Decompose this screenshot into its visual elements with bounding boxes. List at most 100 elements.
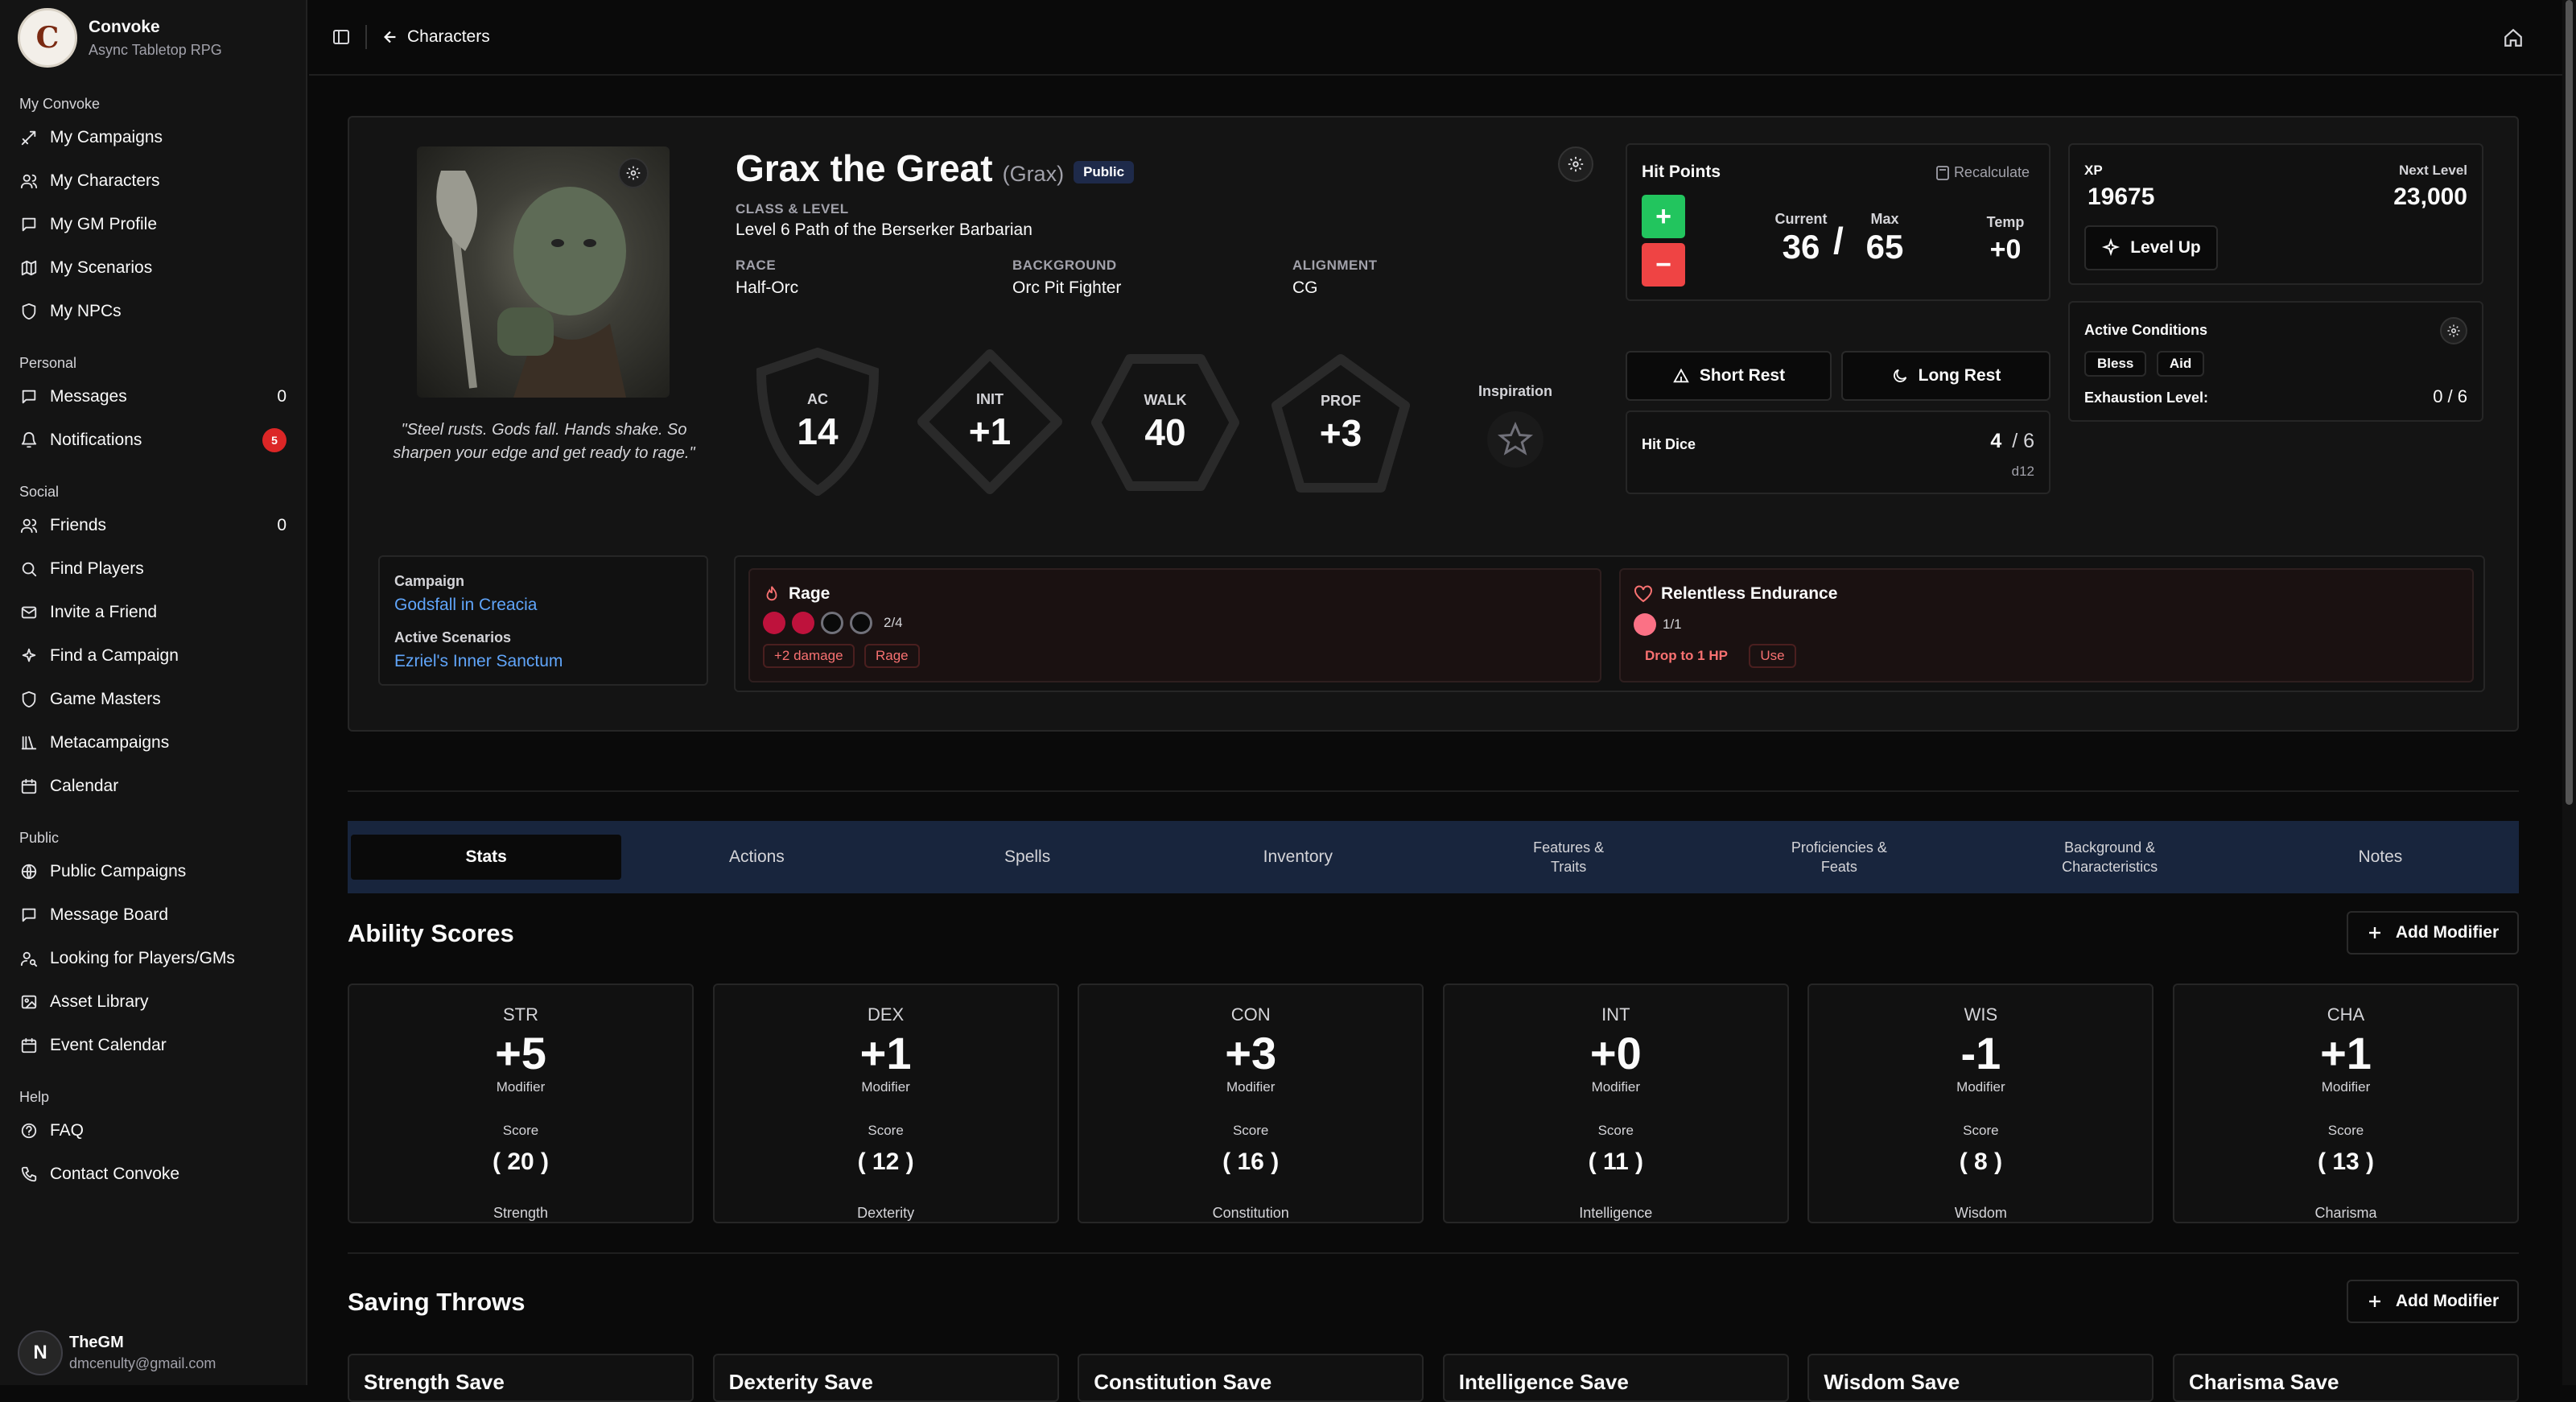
campaign-label: Campaign — [394, 573, 465, 589]
sidebar-item-faq[interactable]: FAQ — [0, 1109, 306, 1153]
character-portrait[interactable] — [417, 146, 670, 398]
recalculate-button[interactable]: Recalculate — [1936, 164, 2030, 181]
rage-use-dot[interactable] — [792, 612, 814, 634]
ability-score[interactable]: ( 20 ) — [349, 1148, 692, 1176]
sidebar-toggle-icon[interactable] — [332, 27, 351, 47]
sidebar-item-message-board[interactable]: Message Board — [0, 893, 306, 937]
paren-open: ( — [2317, 1148, 2326, 1175]
tab-actions[interactable]: Actions — [621, 835, 892, 880]
ability-score[interactable]: ( 16 ) — [1079, 1148, 1422, 1176]
ability-abbr: DEX — [867, 1004, 905, 1025]
sidebar-item-asset-library[interactable]: Asset Library — [0, 980, 306, 1024]
character-settings-button[interactable] — [1558, 146, 1593, 182]
saving-throws-heading: Saving Throws — [348, 1288, 526, 1316]
endurance-use-dot[interactable] — [1634, 613, 1656, 636]
short-rest-button[interactable]: Short Rest — [1626, 351, 1832, 401]
save-card[interactable]: Wisdom Save — [1807, 1354, 2154, 1402]
alignment-value: CG — [1292, 278, 1318, 297]
sidebar-item-friends[interactable]: Friends 0 — [0, 504, 306, 547]
save-card[interactable]: Charisma Save — [2173, 1354, 2519, 1402]
tab-background-characteristics[interactable]: Background & Characteristics — [1975, 835, 2245, 880]
damage-button[interactable]: − — [1642, 243, 1685, 287]
home-icon[interactable] — [2503, 27, 2524, 48]
tab-inventory[interactable]: Inventory — [1163, 835, 1433, 880]
ability-card-con[interactable]: CON +3 Modifier Score ( 16 ) Constitutio… — [1078, 983, 1424, 1223]
rage-use-dot[interactable] — [763, 612, 785, 634]
back-to-characters-link[interactable]: Characters — [381, 27, 490, 47]
add-ability-modifier-button[interactable]: Add Modifier — [2347, 911, 2519, 955]
ability-score[interactable]: ( 12 ) — [715, 1148, 1057, 1176]
sidebar-item-invite-a-friend[interactable]: Invite a Friend — [0, 591, 306, 634]
tab-proficiencies-feats[interactable]: Proficiencies & Feats — [1704, 835, 1974, 880]
sidebar-item-metacampaigns[interactable]: Metacampaigns — [0, 721, 306, 765]
xp-value[interactable]: 19675 — [2088, 183, 2154, 211]
ability-modifier: +0 — [1589, 1028, 1642, 1078]
add-save-modifier-button[interactable]: Add Modifier — [2347, 1280, 2519, 1323]
hit-dice-total: / 6 — [2012, 430, 2034, 452]
tab-spells[interactable]: Spells — [892, 835, 1163, 880]
condition-chip[interactable]: Bless — [2084, 351, 2147, 377]
sidebar-item-my-npcs[interactable]: My NPCs — [0, 290, 306, 333]
tab-stats[interactable]: Stats — [351, 835, 622, 880]
campaign-link[interactable]: Godsfall in Creacia — [394, 596, 537, 615]
ability-score[interactable]: ( 11 ) — [1445, 1148, 1787, 1176]
user-profile[interactable]: N TheGM dmcenulty@gmail.com — [18, 1330, 216, 1375]
score-label: Score — [1597, 1123, 1634, 1138]
sidebar-item-find-players[interactable]: Find Players — [0, 547, 306, 591]
sidebar-item-my-scenarios[interactable]: My Scenarios — [0, 246, 306, 290]
sidebar-item-game-masters[interactable]: Game Masters — [0, 678, 306, 721]
brand[interactable]: C Convoke Async Tabletop RPG — [0, 0, 306, 76]
endurance-use-button[interactable]: Use — [1749, 644, 1796, 668]
long-rest-button[interactable]: Long Rest — [1841, 351, 2050, 401]
sidebar-item-public-campaigns[interactable]: Public Campaigns — [0, 850, 306, 893]
section-label: Social — [19, 484, 60, 500]
sidebar-item-find-a-campaign[interactable]: Find a Campaign — [0, 634, 306, 678]
hit-dice-die: d12 — [2011, 464, 2034, 479]
sidebar-item-notifications[interactable]: Notifications 5 — [0, 419, 306, 462]
gear-icon — [1568, 156, 1584, 172]
rage-use-dot[interactable] — [821, 612, 843, 634]
portrait-settings-button[interactable] — [618, 158, 649, 188]
conditions-settings-button[interactable] — [2440, 317, 2467, 344]
background-label: BACKGROUND — [1012, 258, 1117, 273]
save-card[interactable]: Constitution Save — [1078, 1354, 1424, 1402]
ability-card-int[interactable]: INT +0 Modifier Score ( 11 ) Intelligenc… — [1442, 983, 1789, 1223]
save-card[interactable]: Intelligence Save — [1442, 1354, 1789, 1402]
sidebar-item-event-calendar[interactable]: Event Calendar — [0, 1024, 306, 1067]
scenario-link[interactable]: Ezriel's Inner Sanctum — [394, 652, 563, 671]
condition-chip[interactable]: Aid — [2156, 351, 2205, 377]
sidebar-item-my-gm-profile[interactable]: My GM Profile — [0, 203, 306, 246]
sidebar-item-my-characters[interactable]: My Characters — [0, 159, 306, 203]
sidebar-item-label: Invite a Friend — [50, 603, 158, 621]
ability-score[interactable]: ( 13 ) — [2174, 1148, 2517, 1176]
sidebar-item-messages[interactable]: Messages 0 — [0, 375, 306, 419]
inspiration-toggle[interactable] — [1487, 411, 1544, 468]
save-card[interactable]: Strength Save — [348, 1354, 694, 1402]
brand-subtitle: Async Tabletop RPG — [89, 41, 222, 58]
exhaustion-value[interactable]: 0 / 6 — [2433, 386, 2467, 407]
rage-action-tag[interactable]: Rage — [864, 644, 920, 668]
tab-features-traits[interactable]: Features & Traits — [1433, 835, 1704, 880]
rage-use-dot[interactable] — [850, 612, 872, 634]
level-up-button[interactable]: Level Up — [2084, 225, 2218, 270]
hit-dice-current[interactable]: 4 — [1990, 430, 2001, 452]
sidebar-item-looking-for-players-gms[interactable]: Looking for Players/GMs — [0, 937, 306, 980]
sidebar-item-label: Find a Campaign — [50, 646, 179, 665]
ability-score-value: 8 — [1974, 1148, 1988, 1175]
sidebar-item-contact-convoke[interactable]: Contact Convoke — [0, 1153, 306, 1196]
scrollbar[interactable] — [2562, 0, 2576, 1385]
sidebar-item-my-campaigns[interactable]: My Campaigns — [0, 116, 306, 159]
phone-icon — [21, 1166, 37, 1182]
background-value: Orc Pit Fighter — [1012, 278, 1122, 297]
hp-current-value[interactable]: 36 — [1772, 228, 1830, 266]
ability-card-str[interactable]: STR +5 Modifier Score ( 20 ) Strength — [348, 983, 694, 1223]
tab-notes[interactable]: Notes — [2245, 835, 2516, 880]
hp-temp-value[interactable]: +0 — [1981, 234, 2030, 266]
ability-card-dex[interactable]: DEX +1 Modifier Score ( 12 ) Dexterity — [712, 983, 1059, 1223]
sidebar-item-calendar[interactable]: Calendar — [0, 765, 306, 808]
heal-button[interactable]: + — [1642, 195, 1685, 238]
ability-card-cha[interactable]: CHA +1 Modifier Score ( 13 ) Charisma — [2173, 983, 2519, 1223]
ability-card-wis[interactable]: WIS -1 Modifier Score ( 8 ) Wisdom — [1807, 983, 2154, 1223]
save-card[interactable]: Dexterity Save — [712, 1354, 1059, 1402]
ability-score[interactable]: ( 8 ) — [1809, 1148, 2152, 1176]
